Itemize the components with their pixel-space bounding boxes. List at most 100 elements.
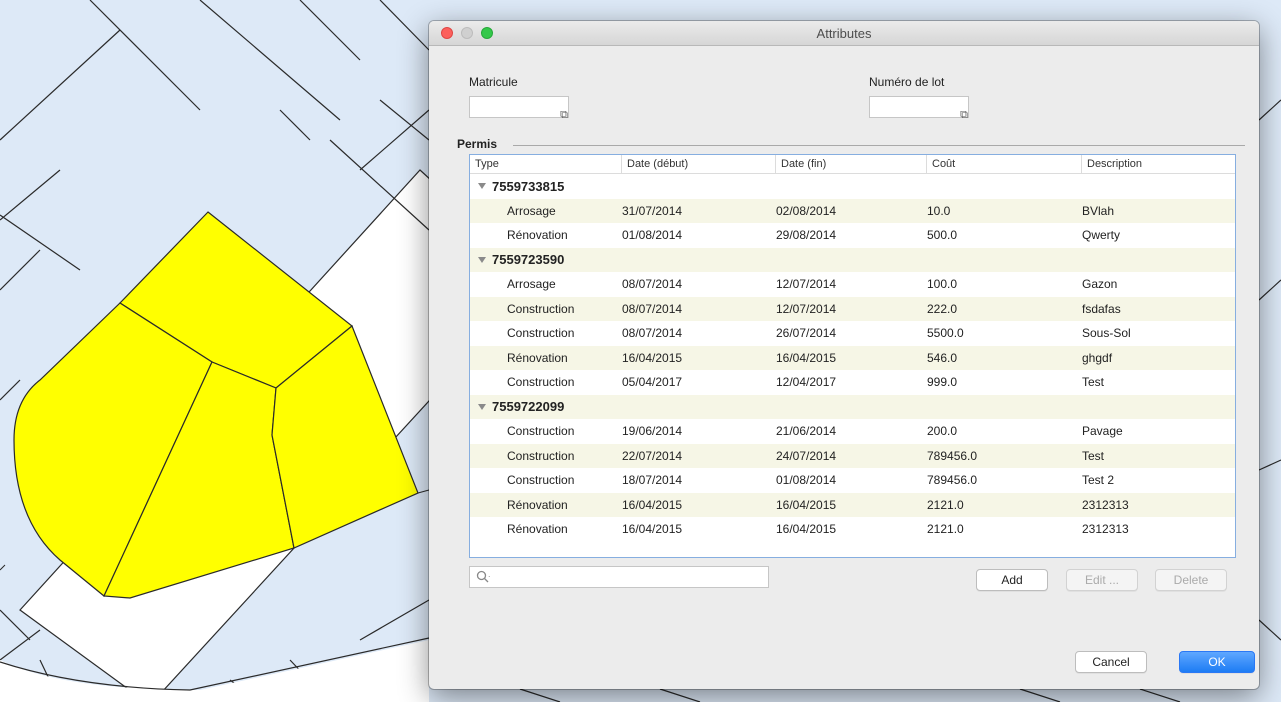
table-cell: 16/04/2015 xyxy=(776,497,837,512)
table-cell: 546.0 xyxy=(927,350,958,365)
group-id: 7559722099 xyxy=(492,399,565,415)
table-cell: 200.0 xyxy=(927,424,958,439)
table-cell: Rénovation xyxy=(507,350,568,365)
table-cell: Gazon xyxy=(1082,277,1118,292)
search-icon xyxy=(476,570,490,583)
table-cell: 2121.0 xyxy=(927,497,964,512)
cancel-button[interactable]: Cancel xyxy=(1075,651,1147,673)
table-cell: Rénovation xyxy=(507,228,568,243)
table-row[interactable]: Construction 18/07/2014 01/08/2014 789456.0… xyxy=(470,468,1235,493)
table-row[interactable]: Arrosage 31/07/2014 02/08/2014 10.0 BVlah xyxy=(470,198,1235,223)
table-cell: 16/04/2015 xyxy=(622,522,683,537)
delete-button[interactable]: Delete xyxy=(1155,569,1227,591)
table-cell: 21/06/2014 xyxy=(776,424,837,439)
section-divider xyxy=(513,145,1245,146)
table-cell: 12/07/2014 xyxy=(776,277,837,292)
disclosure-triangle-icon[interactable] xyxy=(478,256,486,263)
table-cell: 999.0 xyxy=(927,375,958,390)
table-cell: BVlah xyxy=(1082,203,1115,218)
group-id: 7559733815 xyxy=(492,178,565,194)
table-cell: 29/08/2014 xyxy=(776,228,837,243)
table-cell: 789456.0 xyxy=(927,473,978,488)
column-header-date-debut[interactable]: Date (début) xyxy=(622,155,776,173)
group-row[interactable]: 7559722099 xyxy=(470,394,1235,419)
permis-section-title: Permis xyxy=(457,137,498,151)
numero-lot-field[interactable]: ⧉ xyxy=(869,96,970,121)
table-row[interactable]: Rénovation 16/04/2015 16/04/2015 546.0 ghgdf xyxy=(470,345,1235,370)
column-header-type[interactable]: Type xyxy=(470,155,622,173)
table-cell: Rénovation xyxy=(507,497,568,512)
table-cell: 100.0 xyxy=(927,277,958,292)
table-cell: 2312313 xyxy=(1082,522,1129,537)
table-cell: 05/04/2017 xyxy=(622,375,683,390)
search-input[interactable] xyxy=(469,566,769,588)
table-cell: Arrosage xyxy=(507,277,556,292)
table-cell: 789456.0 xyxy=(927,448,978,463)
table-row[interactable]: Construction 08/07/2014 12/07/2014 222.0 fsd… xyxy=(470,296,1235,321)
disclosure-triangle-icon[interactable] xyxy=(478,403,486,410)
add-button[interactable]: Add xyxy=(976,569,1048,591)
table-cell: 12/07/2014 xyxy=(776,301,837,316)
table-cell: 10.0 xyxy=(927,203,951,218)
table-cell: Construction xyxy=(507,375,575,390)
table-cell: Pavage xyxy=(1082,424,1123,439)
table-cell: 01/08/2014 xyxy=(622,228,683,243)
table-cell: 16/04/2015 xyxy=(776,350,837,365)
column-header-cout[interactable]: Coût xyxy=(927,155,1082,173)
group-row[interactable]: 7559733815 xyxy=(470,174,1235,199)
group-id: 7559723590 xyxy=(492,252,565,268)
table-row[interactable]: Construction 22/07/2014 24/07/2014 789456.0… xyxy=(470,443,1235,468)
table-cell: 08/07/2014 xyxy=(622,277,683,292)
table-cell: Test xyxy=(1082,448,1105,463)
table-cell: Sous-Sol xyxy=(1082,326,1131,341)
table-cell: Construction xyxy=(507,326,575,341)
table-cell: Construction xyxy=(507,424,575,439)
table-cell: 222.0 xyxy=(927,301,958,316)
table-cell: Construction xyxy=(507,301,575,316)
column-header-description[interactable]: Description xyxy=(1082,155,1235,173)
table-cell: 16/04/2015 xyxy=(622,350,683,365)
table-row[interactable]: Arrosage 08/07/2014 12/07/2014 100.0 Gazon xyxy=(470,272,1235,297)
table-cell: fsdafas xyxy=(1082,301,1121,316)
matricule-label: Matricule xyxy=(469,75,518,89)
table-body: 7559733815 Arrosage 31/07/2014 02/08/2014 10… xyxy=(470,174,1235,542)
table-cell: Arrosage xyxy=(507,203,556,218)
table-row[interactable]: Rénovation 16/04/2015 16/04/2015 2121.0 2312… xyxy=(470,492,1235,517)
table-cell: 01/08/2014 xyxy=(776,473,837,488)
table-cell: 16/04/2015 xyxy=(622,497,683,512)
edit-button[interactable]: Edit ... xyxy=(1066,569,1138,591)
table-row[interactable]: Construction 08/07/2014 26/07/2014 5500.0 So… xyxy=(470,321,1235,346)
copy-icon[interactable]: ⧉ xyxy=(558,109,570,121)
title-bar[interactable]: Attributes xyxy=(429,21,1259,46)
permis-tree-table[interactable]: Type Date (début) Date (fin) Coût Descri… xyxy=(469,154,1236,558)
disclosure-triangle-icon[interactable] xyxy=(478,183,486,190)
group-row[interactable]: 7559723590 xyxy=(470,247,1235,272)
table-cell: 18/07/2014 xyxy=(622,473,683,488)
window-title: Attributes xyxy=(816,26,872,41)
matricule-field[interactable]: ⧉ xyxy=(469,96,570,121)
copy-icon[interactable]: ⧉ xyxy=(958,109,970,121)
table-cell: 500.0 xyxy=(927,228,958,243)
table-cell: 22/07/2014 xyxy=(622,448,683,463)
table-cell: 5500.0 xyxy=(927,326,964,341)
column-header-date-fin[interactable]: Date (fin) xyxy=(776,155,927,173)
table-cell: 2121.0 xyxy=(927,522,964,537)
table-cell: 08/07/2014 xyxy=(622,326,683,341)
attributes-dialog: Attributes Matricule ⧉ Numéro de lot ⧉ P… xyxy=(429,21,1259,689)
table-row[interactable]: Construction 05/04/2017 12/04/2017 999.0 Tes… xyxy=(470,370,1235,395)
table-cell: 26/07/2014 xyxy=(776,326,837,341)
table-cell: 16/04/2015 xyxy=(776,522,837,537)
table-cell: 08/07/2014 xyxy=(622,301,683,316)
table-cell: Construction xyxy=(507,473,575,488)
table-cell: Construction xyxy=(507,448,575,463)
table-cell: 24/07/2014 xyxy=(776,448,837,463)
table-row[interactable]: Rénovation 16/04/2015 16/04/2015 2121.0 2312… xyxy=(470,517,1235,542)
table-cell: 02/08/2014 xyxy=(776,203,837,218)
table-cell: Test xyxy=(1082,375,1105,390)
table-cell: 2312313 xyxy=(1082,497,1129,512)
table-cell: 19/06/2014 xyxy=(622,424,683,439)
table-row[interactable]: Construction 19/06/2014 21/06/2014 200.0 Pav… xyxy=(470,419,1235,444)
table-cell: Qwerty xyxy=(1082,228,1121,243)
ok-button[interactable]: OK xyxy=(1179,651,1255,673)
table-row[interactable]: Rénovation 01/08/2014 29/08/2014 500.0 Qwert… xyxy=(470,223,1235,248)
